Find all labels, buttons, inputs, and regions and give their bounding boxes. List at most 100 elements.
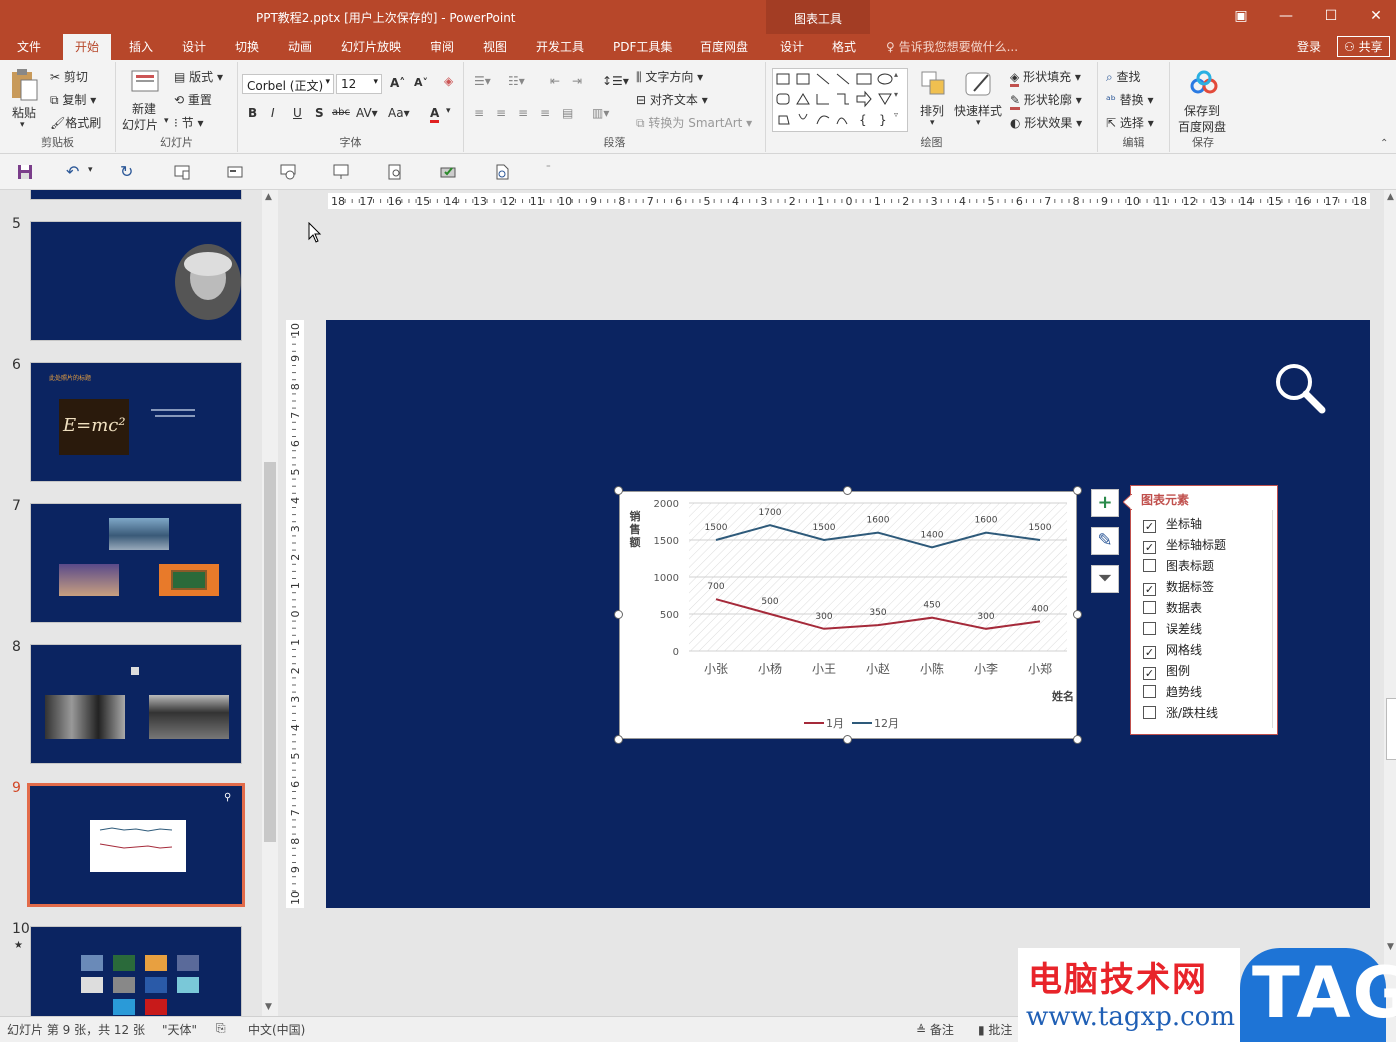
shape-outline-button[interactable]: ✎ 形状轮廓 ▾ [1010, 91, 1082, 110]
editor-scrollbar[interactable]: ▲ ▼ [1384, 190, 1396, 1016]
print-preview-icon[interactable] [387, 164, 403, 180]
tab-file[interactable]: 文件 [17, 38, 41, 55]
save-icon[interactable] [17, 164, 33, 180]
align-right-icon[interactable]: ≡ [518, 106, 528, 120]
copy-button[interactable]: ⧉ 复制 ▾ [50, 91, 96, 108]
ribbon-display-icon[interactable]: ▣ [1231, 6, 1251, 26]
char-spacing-button[interactable]: AV▾ [356, 106, 378, 120]
chart-styles-button[interactable]: ✎ [1091, 527, 1119, 555]
text-direction-button[interactable]: ⫼ 文字方向 ▾ [636, 68, 703, 85]
tab-insert[interactable]: 插入 [129, 38, 153, 55]
find-button[interactable]: ⌕ 查找 [1106, 68, 1141, 85]
customize-qat-icon[interactable]: ⁼ [546, 164, 551, 174]
slide-thumbnail-5[interactable] [30, 221, 242, 341]
line-chart[interactable]: 2000 1500 1000 500 0 小张 小杨 小王 小赵 小陈 小李 小郑 销售额姓名 700 50… [619, 491, 1077, 739]
increase-indent-icon[interactable]: ⇥ [572, 74, 582, 88]
thumbnails-scrollbar[interactable]: ▲ ▼ [262, 190, 278, 1016]
paste-button[interactable]: 粘贴 ▾ [6, 66, 42, 132]
option-chart-title[interactable]: 图表标题 [1143, 557, 1214, 575]
checkbox-checked[interactable]: ✓ [1143, 583, 1156, 596]
comments-button[interactable]: ▮ 批注 [978, 1021, 1012, 1038]
minimize-icon[interactable]: — [1276, 6, 1296, 26]
chart-filters-button[interactable]: ⏷ [1091, 565, 1119, 593]
option-error-bars[interactable]: 误差线 [1143, 620, 1202, 638]
smartart-button[interactable]: ⧉ 转换为 SmartArt ▾ [636, 114, 752, 131]
checkbox-unchecked[interactable] [1143, 706, 1156, 719]
scroll-thumb[interactable] [264, 462, 276, 842]
resize-handle[interactable] [614, 610, 623, 619]
option-data-table[interactable]: 数据表 [1143, 599, 1202, 617]
scroll-thumb[interactable] [1386, 698, 1396, 760]
quick-styles-button[interactable]: 快速样式 ▾ [954, 66, 1006, 132]
slide-icon[interactable] [227, 164, 243, 180]
new-document-icon[interactable] [494, 164, 510, 180]
tab-view[interactable]: 视图 [483, 38, 507, 55]
scroll-up-icon[interactable]: ▲ [1387, 192, 1394, 202]
language[interactable]: 中文(中国) [248, 1021, 305, 1038]
shapes-gallery[interactable]: {} [772, 68, 908, 132]
font-name-select[interactable]: Corbel (正文) ▾ [242, 74, 334, 94]
shrink-font-icon[interactable]: A˅ [414, 76, 428, 89]
slideshow-icon[interactable] [333, 164, 349, 180]
checkbox-unchecked[interactable] [1143, 685, 1156, 698]
option-legend[interactable]: ✓ 图例 [1143, 662, 1190, 680]
close-icon[interactable]: ✕ [1366, 6, 1386, 26]
layout-button[interactable]: ▤ 版式 ▾ [174, 68, 223, 85]
share-button[interactable]: ⚇ 共享 [1337, 36, 1390, 57]
underline-button[interactable]: U [293, 106, 302, 120]
resize-handle[interactable] [1073, 610, 1082, 619]
italic-button[interactable]: I [271, 106, 275, 120]
slide-thumbnail-8[interactable] [30, 644, 242, 764]
option-data-labels[interactable]: ✓ 数据标签 [1143, 578, 1214, 596]
slide-counter[interactable]: 幻灯片 第 9 张，共 12 张 [7, 1021, 145, 1038]
arrange-button[interactable]: 排列 ▾ [914, 66, 954, 132]
chevron-down-icon[interactable]: ▾ [894, 90, 898, 99]
line-spacing-icon[interactable]: ↕☰▾ [602, 74, 629, 88]
tab-animations[interactable]: 动画 [288, 38, 312, 55]
option-axes[interactable]: ✓ 坐标轴 [1143, 515, 1202, 533]
undo-icon[interactable]: ↶ [66, 162, 79, 181]
shadow-button[interactable]: S [315, 106, 324, 120]
bullets-icon[interactable]: ☰▾ [474, 74, 491, 88]
checkbox-unchecked[interactable] [1143, 559, 1156, 572]
decrease-indent-icon[interactable]: ⇤ [550, 74, 560, 88]
slide-thumbnail-6[interactable]: 此处照片的标题 E=mc² [30, 362, 242, 482]
collapse-ribbon-icon[interactable]: ⌃ [1380, 138, 1388, 149]
tab-chart-design[interactable]: 设计 [780, 38, 804, 55]
reset-button[interactable]: ⟲ 重置 [174, 91, 212, 108]
replace-button[interactable]: ᵃᵇ 替换 ▾ [1106, 91, 1154, 108]
section-button[interactable]: ⁝ 节 ▾ [174, 114, 204, 131]
justify-icon[interactable]: ≡ [540, 106, 550, 120]
distribute-icon[interactable]: ▤ [562, 106, 573, 120]
accessibility-icon[interactable]: ⎘ [216, 1021, 226, 1036]
login-link[interactable]: 登录 [1297, 38, 1321, 55]
cut-button[interactable]: ✂ 剪切 [50, 68, 88, 85]
columns-icon[interactable]: ▥▾ [592, 106, 609, 120]
maximize-icon[interactable]: ☐ [1321, 6, 1341, 26]
chevron-down-icon[interactable]: ▾ [88, 165, 93, 175]
option-trendline[interactable]: 趋势线 [1143, 683, 1202, 701]
redo-icon[interactable]: ↻ [120, 162, 133, 181]
tab-baidu-netdisk[interactable]: 百度网盘 [700, 38, 748, 55]
align-left-icon[interactable]: ≡ [474, 106, 484, 120]
tell-me-box[interactable]: ♀ 告诉我您想要做什么... [886, 38, 1018, 55]
gallery-more-icon[interactable]: ▿ [894, 110, 898, 119]
align-center-icon[interactable]: ≡ [496, 106, 506, 120]
notes-button[interactable]: ≜ 备注 [916, 1021, 954, 1038]
slide-thumbnail-7[interactable] [30, 503, 242, 623]
tab-pdf-tools[interactable]: PDF工具集 [613, 38, 672, 55]
bold-button[interactable]: B [248, 106, 257, 120]
font-color-button[interactable]: A [430, 106, 440, 123]
option-gridlines[interactable]: ✓ 网格线 [1143, 641, 1202, 659]
grow-font-icon[interactable]: A˄ [390, 76, 405, 90]
tab-review[interactable]: 审阅 [430, 38, 454, 55]
scroll-up-icon[interactable]: ▲ [265, 192, 272, 202]
scroll-down-icon[interactable]: ▼ [1387, 942, 1394, 952]
presentation-icon[interactable] [174, 164, 190, 180]
align-text-button[interactable]: ⊟ 对齐文本 ▾ [636, 91, 708, 108]
resize-handle[interactable] [1073, 486, 1082, 495]
clear-format-icon[interactable]: ◈ [444, 74, 453, 88]
spellcheck-icon[interactable] [440, 164, 456, 180]
checkbox-unchecked[interactable] [1143, 601, 1156, 614]
slide-thumbnail-10[interactable] [30, 926, 242, 1016]
